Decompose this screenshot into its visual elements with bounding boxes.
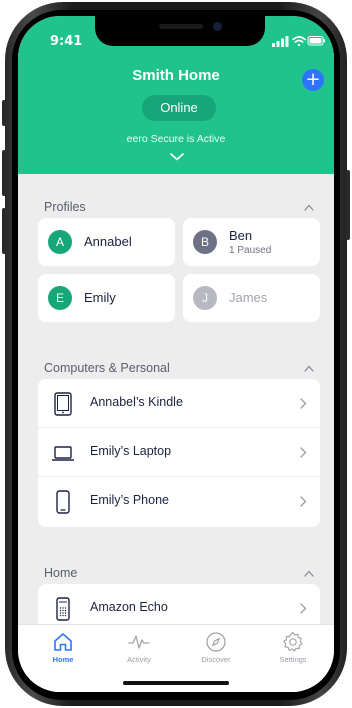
chevron-up-icon (304, 204, 314, 211)
tab-discover[interactable]: Discover (184, 631, 248, 671)
device-row-emilys-laptop[interactable]: Emily’s Laptop (38, 428, 320, 477)
phone-icon (56, 490, 70, 514)
chevron-down-icon[interactable] (170, 153, 184, 161)
device-name: Annabel’s Kindle (90, 395, 183, 409)
avatar: A (48, 230, 72, 254)
speaker-icon (56, 597, 70, 621)
profile-card-emily[interactable]: E Emily (38, 274, 175, 322)
status-icons (272, 36, 325, 47)
avatar: J (193, 286, 217, 310)
section-title: Profiles (44, 200, 86, 214)
app-screen: 9:41 Smith Home + Online eero Secure is … (18, 16, 334, 692)
wifi-icon (292, 36, 306, 47)
chevron-right-icon (300, 603, 307, 614)
profile-name: James (229, 290, 268, 305)
tab-home[interactable]: Home (31, 631, 95, 671)
device-row-emilys-phone[interactable]: Emily’s Phone (38, 477, 320, 526)
profile-name: Emily (84, 290, 116, 305)
compass-icon (206, 632, 226, 652)
status-time: 9:41 (50, 34, 83, 49)
laptop-icon (52, 446, 74, 461)
chevron-right-icon (300, 496, 307, 507)
chevron-up-icon (304, 570, 314, 577)
mute-switch (2, 100, 6, 126)
phone-mockup: 9:41 Smith Home + Online eero Secure is … (0, 0, 352, 708)
profile-name: Annabel (84, 234, 132, 249)
tablet-icon (54, 392, 72, 416)
gear-icon (283, 631, 303, 652)
device-name: Emily’s Phone (90, 493, 169, 507)
device-name: Amazon Echo (90, 600, 168, 614)
chevron-right-icon (300, 447, 307, 458)
plus-icon: + (305, 69, 321, 90)
tab-label: Activity (127, 655, 151, 664)
tab-label: Home (52, 655, 74, 664)
tab-label: Settings (279, 655, 307, 664)
profile-name: Ben (229, 228, 253, 243)
home-indicator[interactable] (123, 681, 229, 685)
profile-card-annabel[interactable]: A Annabel (38, 218, 175, 266)
online-status-badge: Online (142, 95, 216, 121)
profile-paused-status: 1 Paused (229, 245, 272, 256)
profile-card-ben[interactable]: B Ben 1 Paused (183, 218, 320, 266)
power-button (346, 170, 350, 240)
battery-icon (307, 36, 325, 46)
camera-icon (213, 22, 222, 31)
tab-label: Discover (201, 655, 231, 664)
signal-icon (272, 36, 289, 47)
device-name: Emily’s Laptop (90, 444, 172, 458)
device-row-annabels-kindle[interactable]: Annabel’s Kindle (38, 379, 320, 428)
section-title: Computers & Personal (44, 361, 170, 375)
computers-device-list: Annabel’s Kindle Emily’s Laptop Emily’s … (38, 379, 320, 527)
home-icon (54, 633, 72, 651)
add-button[interactable]: + (302, 69, 324, 91)
profile-card-james[interactable]: J James (183, 274, 320, 322)
secure-status-text: eero Secure is Active (126, 133, 226, 145)
notch (95, 16, 265, 46)
chevron-up-icon (304, 365, 314, 372)
avatar: B (193, 230, 217, 254)
volume-down-button (2, 208, 6, 254)
avatar: E (48, 286, 72, 310)
speaker-grille (159, 24, 203, 29)
chevron-right-icon (300, 398, 307, 409)
tab-activity[interactable]: Activity (107, 631, 171, 671)
network-name[interactable]: Smith Home (18, 67, 334, 84)
tab-settings[interactable]: Settings (261, 631, 325, 671)
activity-icon (128, 635, 150, 649)
volume-up-button (2, 150, 6, 196)
section-title: Home (44, 566, 78, 580)
